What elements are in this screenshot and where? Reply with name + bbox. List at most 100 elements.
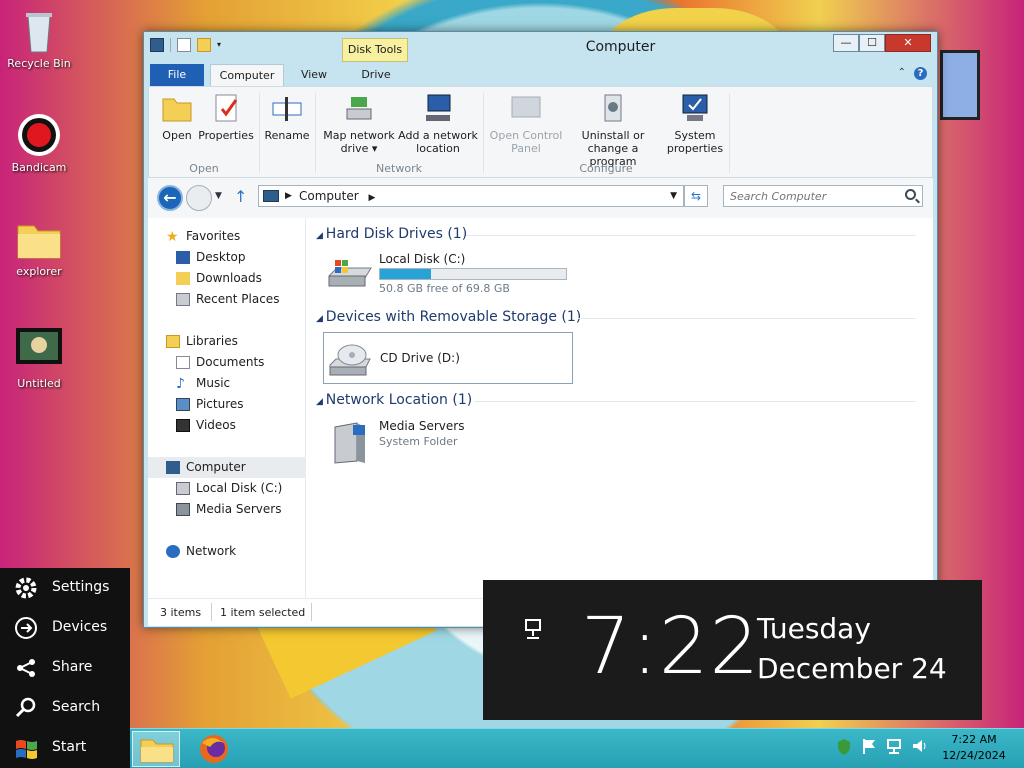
tab-view[interactable]: View bbox=[290, 64, 338, 86]
disk-usage-bar bbox=[379, 268, 567, 280]
tab-file[interactable]: File bbox=[150, 64, 204, 86]
system-properties-button[interactable]: System properties bbox=[663, 93, 727, 155]
open-control-panel-button[interactable]: Open Control Panel bbox=[487, 93, 565, 155]
uninstall-label: Uninstall or bbox=[581, 129, 645, 142]
taskbar-file-explorer[interactable] bbox=[132, 731, 180, 767]
tab-computer[interactable]: Computer bbox=[210, 64, 284, 86]
properties-checklist-icon bbox=[210, 93, 242, 125]
group-separator bbox=[259, 93, 260, 173]
desktop-icon-untitled[interactable]: Untitled bbox=[4, 328, 74, 390]
ribbon-tabs: File Computer View Drive ⌃ ? bbox=[148, 62, 933, 86]
up-arrow-icon[interactable]: ↑ bbox=[234, 187, 247, 206]
taskbar: 7:22 AM 12/24/2024 bbox=[0, 728, 1024, 768]
nav-favorites[interactable]: ★ Favorites bbox=[148, 226, 306, 247]
open-button[interactable]: Open bbox=[157, 93, 197, 142]
nav-libraries[interactable]: Libraries bbox=[148, 331, 306, 352]
nav-desktop[interactable]: Desktop bbox=[148, 247, 306, 268]
nav-pictures[interactable]: Pictures bbox=[148, 394, 306, 415]
refresh-button[interactable]: ⇆ bbox=[684, 185, 708, 207]
collapse-triangle-icon: ◢ bbox=[316, 231, 326, 241]
nav-network[interactable]: Network bbox=[148, 541, 306, 562]
documents-icon bbox=[176, 356, 190, 369]
charm-search[interactable]: Search bbox=[0, 688, 130, 728]
videos-icon bbox=[176, 419, 190, 432]
item-media-servers[interactable]: Media Servers System Folder bbox=[323, 415, 573, 467]
desktop-icon-label: Bandicam bbox=[11, 161, 67, 174]
map-network-drive-button[interactable]: Map network drive ▾ bbox=[321, 93, 397, 155]
uninstall-program-button[interactable]: Uninstall or change a program bbox=[565, 93, 661, 168]
group-divider bbox=[578, 318, 916, 319]
taskbar-firefox[interactable] bbox=[190, 731, 238, 767]
desktop-icon-recycle-bin[interactable]: Recycle Bin bbox=[4, 8, 74, 70]
charm-devices[interactable]: Devices bbox=[0, 608, 130, 648]
nav-music[interactable]: ♪ Music bbox=[148, 373, 306, 394]
rename-button[interactable]: Rename bbox=[263, 93, 311, 142]
taskbar-clock[interactable]: 7:22 AM 12/24/2024 bbox=[934, 732, 1014, 764]
desktop-icon bbox=[176, 251, 190, 264]
clock-date: December 24 bbox=[757, 652, 947, 685]
search-input[interactable] bbox=[724, 186, 894, 206]
system-properties-label: System bbox=[674, 129, 716, 142]
minimize-button[interactable]: — bbox=[833, 34, 859, 52]
nav-videos[interactable]: Videos bbox=[148, 415, 306, 436]
nav-recent-places[interactable]: Recent Places bbox=[148, 289, 306, 310]
item-local-disk[interactable]: Local Disk (C:) 50.8 GB free of 69.8 GB bbox=[323, 248, 573, 300]
nav-media-servers[interactable]: Media Servers bbox=[148, 499, 306, 520]
chevron-right-icon[interactable]: ▶ bbox=[368, 193, 375, 203]
collapse-triangle-icon: ◢ bbox=[316, 397, 326, 407]
chevron-right-icon[interactable]: ▶ bbox=[285, 186, 292, 206]
breadcrumb-computer[interactable]: Computer bbox=[299, 189, 359, 203]
star-icon: ★ bbox=[166, 229, 179, 245]
shield-icon[interactable] bbox=[836, 737, 852, 755]
flag-icon[interactable] bbox=[861, 737, 877, 755]
nav-documents[interactable]: Documents bbox=[148, 352, 306, 373]
search-icon[interactable] bbox=[905, 189, 916, 200]
group-divider bbox=[466, 235, 916, 236]
charm-label: Share bbox=[52, 659, 93, 675]
chevron-down-icon[interactable]: ▼ bbox=[670, 186, 677, 206]
network-drive-icon bbox=[343, 93, 375, 125]
title-bar[interactable]: ▾ Disk Tools Computer — ☐ ✕ bbox=[144, 32, 937, 62]
nav-label: Pictures bbox=[196, 397, 244, 411]
media-server-icon bbox=[327, 421, 375, 464]
back-button[interactable]: ← bbox=[157, 185, 183, 211]
nav-computer[interactable]: Computer bbox=[148, 457, 306, 478]
nav-local-disk[interactable]: Local Disk (C:) bbox=[148, 478, 306, 499]
desktop-icon-explorer[interactable]: explorer bbox=[4, 216, 74, 278]
item-cd-drive[interactable]: CD Drive (D:) bbox=[323, 332, 573, 384]
charm-share[interactable]: Share bbox=[0, 648, 130, 688]
add-network-location-button[interactable]: Add a network location bbox=[397, 93, 479, 155]
speaker-icon[interactable] bbox=[911, 737, 927, 755]
minimize-ribbon-icon[interactable]: ⌃ bbox=[898, 67, 906, 80]
group-divider bbox=[474, 401, 916, 402]
network-icon[interactable] bbox=[886, 737, 902, 755]
maximize-button[interactable]: ☐ bbox=[859, 34, 885, 52]
wallpaper-shape bbox=[940, 50, 980, 120]
group-header-removable-storage[interactable]: ◢ Devices with Removable Storage (1) bbox=[316, 309, 916, 325]
properties-button[interactable]: Properties bbox=[197, 93, 255, 142]
computer-icon bbox=[263, 190, 279, 202]
tab-drive[interactable]: Drive bbox=[346, 64, 406, 86]
folder-icon bbox=[140, 739, 174, 763]
charm-settings[interactable]: Settings bbox=[0, 568, 130, 608]
clock-overlay: 7:22 Tuesday December 24 bbox=[483, 580, 982, 720]
control-panel-icon bbox=[510, 93, 542, 125]
close-button[interactable]: ✕ bbox=[885, 34, 931, 52]
nav-label: Libraries bbox=[186, 334, 238, 348]
search-box[interactable] bbox=[723, 185, 923, 207]
map-network-drive-label-2: drive ▾ bbox=[340, 142, 378, 155]
help-icon[interactable]: ? bbox=[914, 67, 927, 80]
image-thumbnail-icon bbox=[16, 328, 62, 374]
address-bar[interactable]: ▶ Computer ▶ ▼ bbox=[258, 185, 684, 207]
nav-label: Computer bbox=[186, 460, 246, 474]
desktop-icon-bandicam[interactable]: Bandicam bbox=[4, 112, 74, 174]
nav-downloads[interactable]: Downloads bbox=[148, 268, 306, 289]
start-button[interactable]: Start bbox=[0, 728, 130, 768]
group-header-hard-disk-drives[interactable]: ◢ Hard Disk Drives (1) bbox=[316, 226, 916, 242]
group-header-network-location[interactable]: ◢ Network Location (1) bbox=[316, 392, 916, 408]
forward-button[interactable] bbox=[186, 185, 212, 211]
gear-icon bbox=[14, 576, 38, 600]
open-control-panel-label: Open Control bbox=[489, 129, 563, 142]
nav-label: Recent Places bbox=[196, 292, 280, 306]
recent-locations-chevron-down-icon[interactable]: ▼ bbox=[215, 191, 222, 201]
